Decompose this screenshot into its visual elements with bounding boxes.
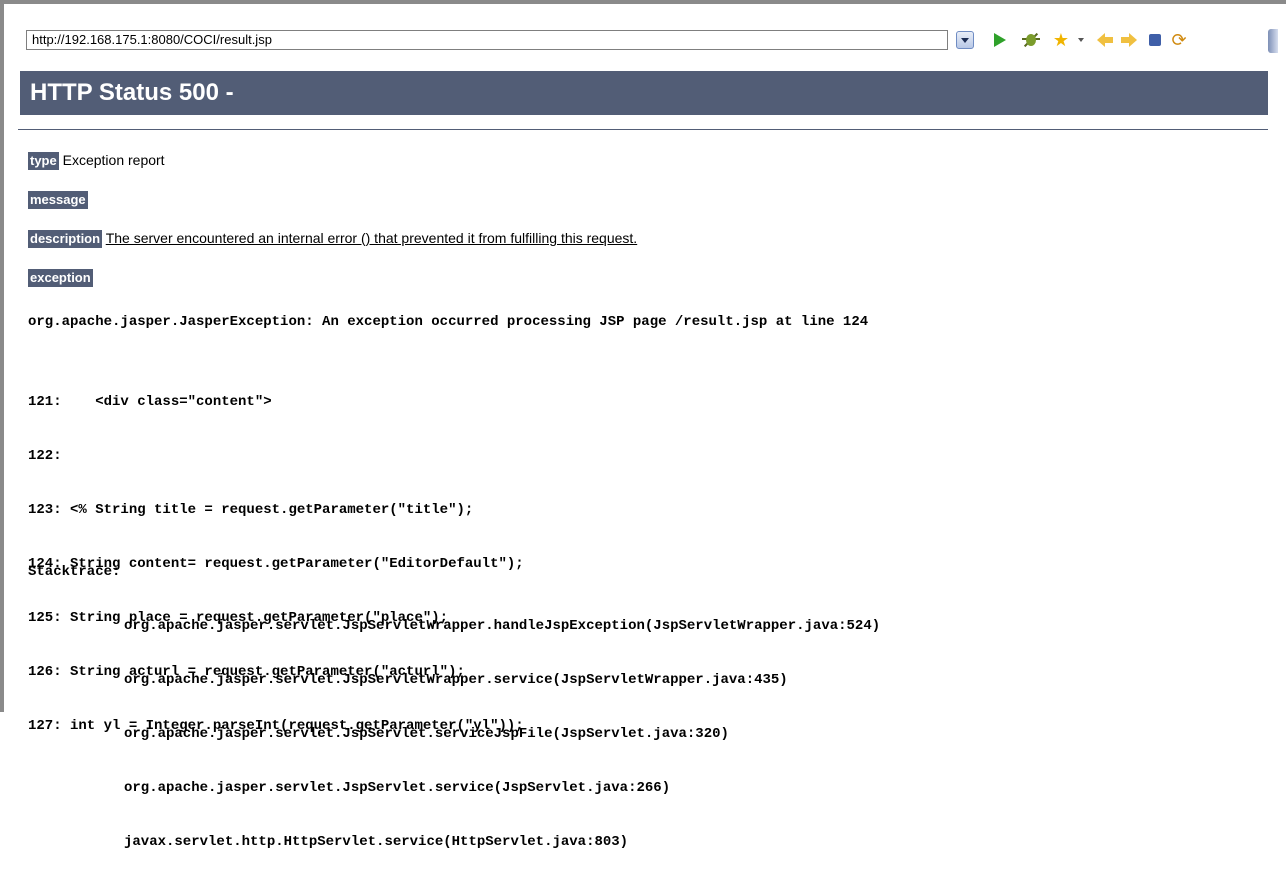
forward-arrow-icon[interactable]	[1118, 29, 1140, 51]
url-input[interactable]: http://192.168.175.1:8080/COCI/result.js…	[26, 30, 948, 50]
stack-line: javax.servlet.http.HttpServlet.service(H…	[124, 834, 629, 850]
back-arrow-icon[interactable]	[1094, 29, 1116, 51]
page-title: HTTP Status 500 -	[20, 71, 1268, 115]
favorite-star-icon[interactable]: ★	[1050, 29, 1072, 51]
description-value: The server encountered an internal error…	[105, 230, 638, 246]
refresh-icon[interactable]: ⟳	[1168, 29, 1190, 51]
description-row: description The server encountered an in…	[28, 229, 637, 248]
divider	[18, 129, 1268, 130]
code-line: 122:	[28, 448, 62, 464]
exception-label: exception	[28, 269, 93, 287]
type-row: type Exception report	[28, 151, 165, 170]
stack-line: org.apache.jasper.servlet.JspServlet.ser…	[124, 726, 729, 742]
message-row: message	[28, 190, 88, 209]
description-label: description	[28, 230, 103, 248]
debug-icon[interactable]	[1020, 29, 1042, 51]
code-line: 121: <div class="content">	[28, 394, 272, 410]
exception-message: org.apache.jasper.JasperException: An ex…	[28, 314, 869, 330]
code-line: 123: <% String title = request.getParame…	[28, 502, 474, 518]
type-label: type	[28, 152, 59, 170]
stack-line: org.apache.jasper.servlet.JspServlet.ser…	[124, 780, 671, 796]
stacktrace: org.apache.jasper.servlet.JspServletWrap…	[124, 581, 880, 869]
stack-line: org.apache.jasper.servlet.JspServletWrap…	[124, 618, 881, 634]
type-value: Exception report	[62, 152, 165, 168]
window-frame-left	[0, 0, 4, 712]
toolbar-overflow-icon[interactable]	[1268, 29, 1278, 53]
browser-toolbar: http://192.168.175.1:8080/COCI/result.js…	[4, 4, 1286, 66]
stop-icon[interactable]	[1144, 29, 1166, 51]
exception-row: exception	[28, 268, 93, 287]
favorite-dropdown-icon[interactable]	[1078, 38, 1084, 42]
url-dropdown-icon[interactable]	[956, 31, 974, 49]
message-label: message	[28, 191, 88, 209]
stack-line: org.apache.jasper.servlet.JspServletWrap…	[124, 672, 788, 688]
go-icon[interactable]	[990, 29, 1012, 51]
stacktrace-label: Stacktrace:	[28, 564, 121, 580]
